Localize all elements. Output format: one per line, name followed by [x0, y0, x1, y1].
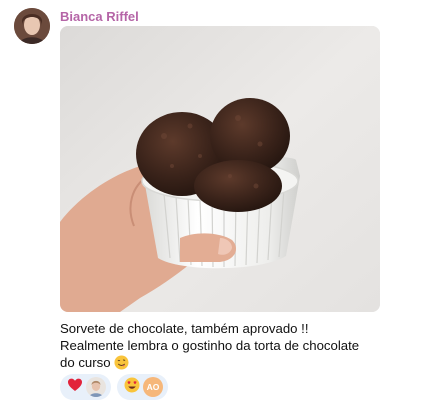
message-text: Sorvete de chocolate, também aprovado !!… [60, 320, 400, 374]
message-line: Sorvete de chocolate, também aprovado !! [60, 321, 309, 336]
user-photo-icon [86, 377, 106, 397]
reactor-initials-avatar: AO [143, 377, 163, 397]
reaction-heart[interactable] [60, 374, 111, 400]
red-heart-icon [67, 377, 83, 398]
chocolate-ice-cream-photo-icon [60, 26, 380, 312]
reactor-avatar [86, 377, 106, 397]
yum-face-icon [114, 355, 129, 374]
message-line: Realmente lembra o gostinho da torta de … [60, 338, 360, 353]
message-line-text: do curso [60, 355, 111, 370]
user-photo-icon [14, 8, 50, 44]
reactions-bar: AO [60, 374, 168, 400]
author-name[interactable]: Bianca Riffel [60, 9, 139, 24]
message-line: do curso [60, 354, 400, 374]
reaction-heart-eyes[interactable]: AO [117, 374, 168, 400]
author-avatar[interactable] [14, 8, 50, 44]
post-image[interactable] [60, 26, 380, 312]
heart-eyes-face-icon [124, 377, 140, 398]
